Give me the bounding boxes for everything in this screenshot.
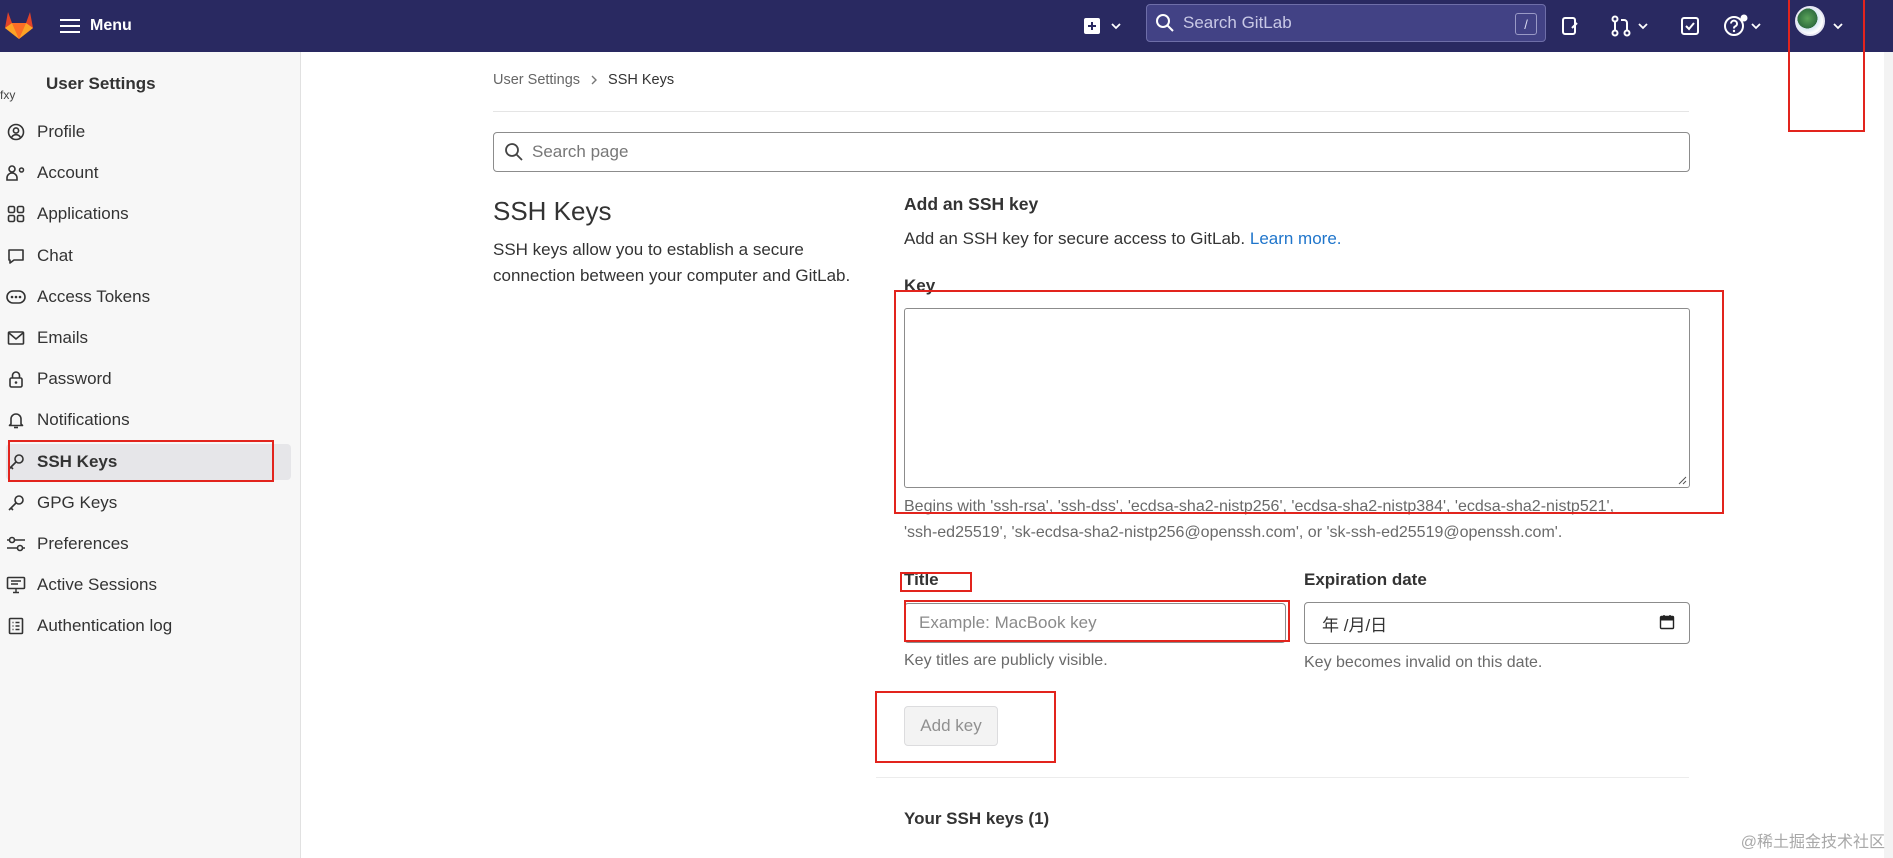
- merge-request-icon: [1611, 15, 1631, 37]
- preferences-icon: [6, 534, 26, 554]
- sidebar-title: User Settings: [46, 74, 156, 93]
- issues-icon: [1562, 17, 1578, 35]
- key-icon: [6, 493, 26, 513]
- key-help-line-2: 'ssh-ed25519', 'sk-ecdsa-sha2-nistp256@o…: [904, 524, 1563, 541]
- profile-icon: [6, 122, 26, 142]
- sidebar-item-notifications[interactable]: Notifications: [6, 402, 291, 438]
- create-new-button[interactable]: [1083, 11, 1123, 41]
- account-icon: [6, 163, 26, 183]
- menu-label: Menu: [90, 17, 132, 34]
- expiration-date-input[interactable]: 年 /月/日: [1304, 602, 1690, 644]
- annotation-box-add-key: [875, 691, 1056, 763]
- page-scrollbar[interactable]: [1884, 52, 1893, 858]
- sidebar-item-label: Password: [37, 369, 112, 388]
- sidebar-item-password[interactable]: Password: [6, 361, 291, 397]
- sidebar-item-emails[interactable]: Emails: [6, 320, 291, 356]
- chevron-right-icon: [591, 75, 598, 85]
- divider: [493, 111, 1689, 112]
- sidebar-item-gpg-keys[interactable]: GPG Keys: [6, 485, 291, 521]
- chat-icon: [6, 246, 26, 266]
- menu-button[interactable]: Menu: [60, 10, 132, 42]
- chevron-down-icon: [1638, 23, 1648, 30]
- sidebar-item-label: Chat: [37, 246, 73, 265]
- sidebar-header[interactable]: fxy User Settings: [0, 64, 156, 104]
- sidebar-item-label: Notifications: [37, 410, 130, 429]
- search-icon: [1156, 14, 1174, 32]
- sidebar-item-label: Emails: [37, 328, 89, 347]
- expiration-help-text: Key becomes invalid on this date.: [1304, 654, 1543, 671]
- annotation-box-key: [894, 290, 1724, 514]
- global-search-input[interactable]: Search GitLab /: [1146, 4, 1546, 42]
- breadcrumb-parent-link[interactable]: User Settings: [493, 72, 580, 88]
- sidebar-item-label: Authentication log: [37, 616, 173, 635]
- issues-button[interactable]: [1560, 11, 1580, 41]
- help-button[interactable]: [1723, 11, 1763, 41]
- annotation-box-ssh-keys: [8, 440, 274, 482]
- sidebar-item-label: GPG Keys: [37, 493, 118, 512]
- todo-check-icon: [1681, 17, 1699, 35]
- sidebar-item-label: Active Sessions: [37, 575, 157, 594]
- applications-icon: [6, 204, 26, 224]
- search-icon: [505, 143, 523, 161]
- gitlab-logo-icon[interactable]: [2, 8, 36, 42]
- sidebar-item-label: Access Tokens: [37, 287, 151, 306]
- form-heading: Add an SSH key: [904, 194, 1039, 214]
- form-intro: Add an SSH key for secure access to GitL…: [904, 229, 1342, 249]
- breadcrumb: User Settings SSH Keys: [493, 72, 674, 88]
- bell-icon: [6, 410, 26, 430]
- chevron-down-icon: [1751, 23, 1761, 30]
- sidebar-item-account[interactable]: Account: [6, 155, 291, 191]
- sidebar-avatar: fxy: [0, 88, 16, 102]
- mail-icon: [6, 328, 26, 348]
- your-ssh-keys-heading: Your SSH keys (1): [904, 809, 1050, 828]
- sidebar-item-label: Profile: [37, 122, 86, 141]
- help-icon: [1724, 14, 1748, 36]
- sidebar-item-label: Applications: [37, 204, 129, 223]
- annotation-box-title-input: [904, 600, 1290, 642]
- breadcrumb-current: SSH Keys: [608, 72, 675, 88]
- annotation-box-avatar: [1788, 0, 1865, 132]
- global-search-placeholder: Search GitLab: [1183, 13, 1292, 32]
- hamburger-icon: [60, 19, 80, 33]
- log-icon: [6, 616, 26, 636]
- watermark: @稀土掘金技术社区: [1740, 834, 1885, 851]
- sidebar-item-active-sessions[interactable]: Active Sessions: [6, 567, 291, 603]
- search-shortcut-hint: /: [1515, 13, 1537, 35]
- merge-requests-button[interactable]: [1610, 11, 1650, 41]
- section-title: SSH Keys: [493, 196, 612, 226]
- section-description: SSH keys allow you to establish a secure…: [493, 240, 851, 285]
- sidebar-item-label: Account: [37, 163, 99, 182]
- sidebar-item-profile[interactable]: Profile: [6, 114, 291, 150]
- plus-square-icon: [1084, 18, 1100, 34]
- expiration-date-value: 年 /月/日: [1322, 615, 1388, 635]
- top-navbar: Menu Search GitLab /: [0, 0, 1893, 52]
- sidebar-item-label: Preferences: [37, 534, 129, 553]
- todos-button[interactable]: [1680, 11, 1700, 41]
- calendar-icon[interactable]: [1659, 614, 1675, 630]
- learn-more-link[interactable]: Learn more.: [1250, 229, 1342, 248]
- annotation-box-title-label: [900, 572, 972, 592]
- sidebar-item-preferences[interactable]: Preferences: [6, 526, 291, 562]
- sidebar-item-applications[interactable]: Applications: [6, 196, 291, 232]
- expiration-label: Expiration date: [1304, 570, 1427, 589]
- lock-icon: [6, 369, 26, 389]
- divider: [876, 777, 1689, 778]
- sidebar-item-authentication-log[interactable]: Authentication log: [6, 608, 291, 644]
- form-intro-text: Add an SSH key for secure access to GitL…: [904, 229, 1246, 248]
- sidebar-item-chat[interactable]: Chat: [6, 238, 291, 274]
- sidebar-item-access-tokens[interactable]: Access Tokens: [6, 279, 291, 315]
- page-search-input[interactable]: Search page: [493, 132, 1690, 172]
- monitor-icon: [6, 575, 26, 595]
- token-icon: [6, 287, 26, 307]
- title-help-text: Key titles are publicly visible.: [904, 652, 1108, 669]
- chevron-down-icon: [1111, 23, 1121, 30]
- page-search-placeholder: Search page: [532, 142, 629, 161]
